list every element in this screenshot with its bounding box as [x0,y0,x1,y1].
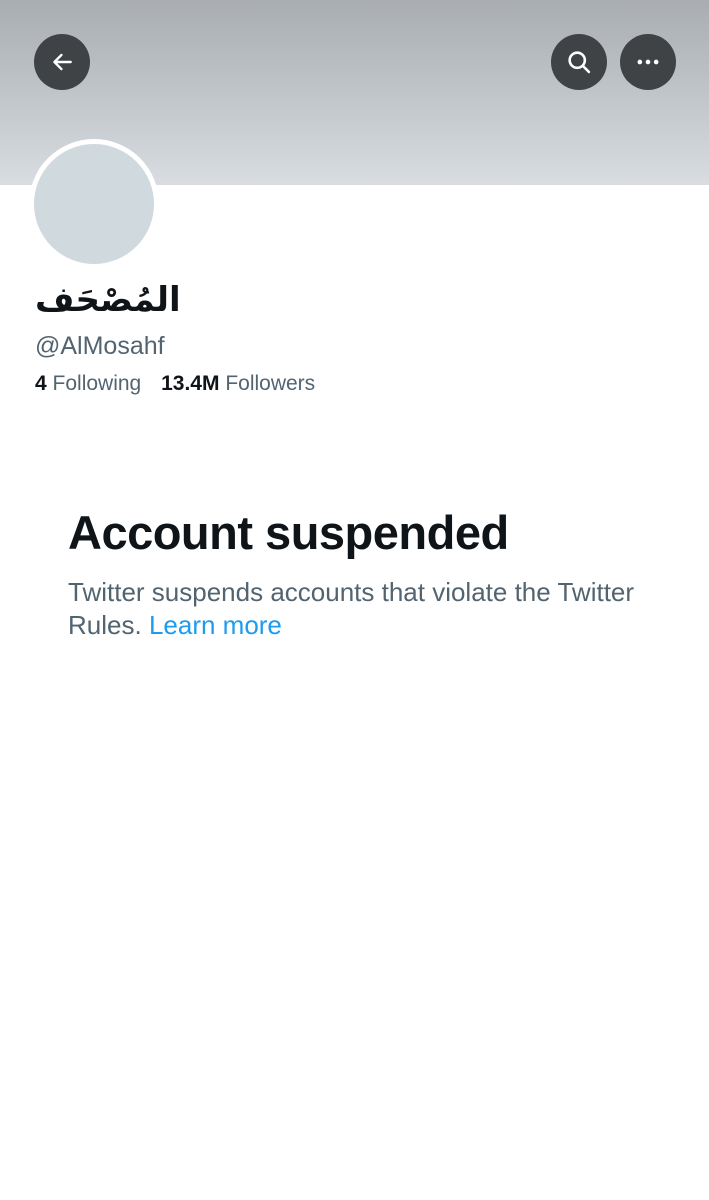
search-icon [568,51,591,74]
profile-page: المُصْحَف @AlMosahf 4 Following 13.4M Fo… [0,0,709,1200]
back-button[interactable] [34,34,90,90]
suspension-description: Twitter suspends accounts that violate t… [68,576,648,642]
followers-label: Followers [225,372,316,395]
follow-stats: 4 Following 13.4M Followers [35,369,315,399]
followers-stat[interactable]: 13.4M Followers [161,372,315,395]
following-count: 4 [35,372,47,395]
avatar[interactable] [29,139,159,269]
display-name: المُصْحَف [35,280,181,320]
suspension-title: Account suspended [68,506,509,559]
arrow-left-icon [53,53,72,71]
more-options-button[interactable] [620,34,676,90]
learn-more-link[interactable]: Learn more [149,610,282,640]
followers-count: 13.4M [161,372,220,395]
following-label: Following [52,372,142,395]
username-handle: @AlMosahf [35,332,165,360]
following-stat[interactable]: 4 Following [35,372,141,395]
more-horizontal-icon [637,59,659,65]
search-button[interactable] [551,34,607,90]
